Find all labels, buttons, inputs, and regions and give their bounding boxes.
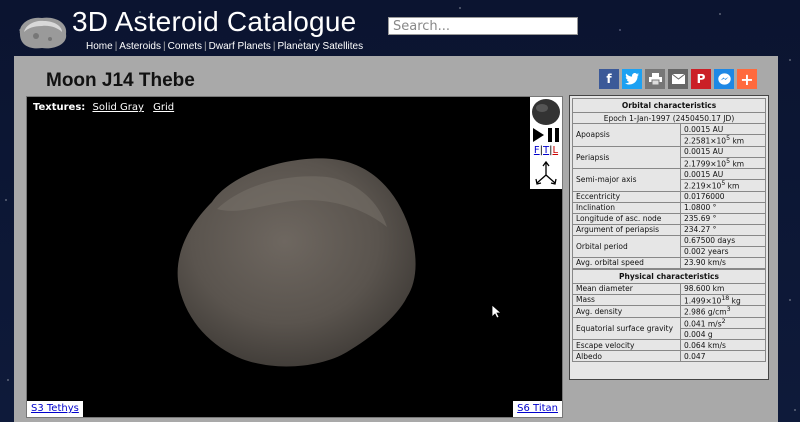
table-row: Apoapsis 0.0015 AU [572, 123, 766, 147]
page-title: Moon J14 Thebe [46, 70, 195, 91]
pinterest-icon[interactable]: P [691, 69, 711, 89]
physical-value: 0.004 g [680, 328, 766, 340]
orbital-value: 235.69 ° [680, 212, 766, 225]
site-title[interactable]: 3D Asteroid Catalogue [72, 6, 356, 38]
table-row: Mass 1.499×1018 kg [572, 293, 766, 306]
table-row: Avg. density 2.986 g/cm3 [572, 305, 766, 318]
textures-label: Textures: [33, 102, 86, 113]
textures-selector: Textures: Solid Gray Grid [33, 102, 180, 113]
orbital-value: 0.002 years [680, 245, 766, 258]
nav-link-asteroids[interactable]: Asteroids [119, 41, 161, 52]
texture-solid-gray-link[interactable]: Solid Gray [92, 102, 143, 113]
orbital-value: 0.0015 AU [680, 168, 766, 180]
nav-link-planetary-satellites[interactable]: Planetary Satellites [278, 41, 364, 52]
orbital-table: Orbital characteristics Epoch 1-Jan-1997… [572, 98, 766, 269]
table-row: Longitude of asc. node 235.69 ° [572, 212, 766, 225]
physical-label: Mass [572, 293, 681, 306]
table-row: Eccentricity 0.0176000 [572, 190, 766, 203]
next-object-link[interactable]: S6 Titan [517, 403, 558, 414]
physical-label: Albedo [572, 350, 681, 362]
asteroid-model[interactable] [27, 97, 562, 417]
nav-link-comets[interactable]: Comets [168, 41, 202, 52]
physical-value: 2.986 g/cm3 [680, 305, 766, 318]
nav-separator: | [162, 41, 166, 52]
nav-separator: | [114, 41, 118, 52]
orbital-rows: Apoapsis 0.0015 AU 2.2581×105 km Periapsis 0… [572, 123, 766, 269]
table-row: Argument of periapsis 234.27 ° [572, 223, 766, 236]
nav-separator: | [204, 41, 207, 52]
physical-label: Mean diameter [572, 282, 681, 295]
messenger-icon[interactable] [714, 69, 734, 89]
table-row: Orbital period 0.67500 days [572, 234, 766, 258]
orbital-label: Eccentricity [572, 190, 681, 203]
orbital-label: Semi-major axis [572, 168, 681, 192]
orbital-value: 0.0015 AU [680, 145, 766, 158]
physical-table: Physical characteristics Mean diameter 98… [572, 268, 766, 362]
table-row: Albedo 0.047 [572, 350, 766, 362]
previous-object-nav: S3 Tethys [27, 401, 83, 417]
physical-value: 0.047 [680, 350, 766, 362]
mouse-cursor-icon [492, 305, 502, 319]
orbital-value: 0.0176000 [680, 190, 766, 203]
texture-grid-link[interactable]: Grid [153, 102, 174, 113]
physical-label: Equatorial surface gravity [572, 316, 681, 340]
previous-object-link[interactable]: S3 Tethys [31, 403, 79, 414]
nav-link-dwarf-planets[interactable]: Dwarf Planets [209, 41, 271, 52]
orbital-value: 23.90 km/s [680, 256, 766, 269]
table-row: Semi-major axis 0.0015 AU [572, 168, 766, 192]
orbital-label: Longitude of asc. node [572, 212, 681, 225]
orbital-value: 234.27 ° [680, 223, 766, 236]
orbital-value: 1.0800 ° [680, 201, 766, 214]
viewer-controls: F|T|L [530, 97, 562, 189]
view-left-button[interactable]: L [553, 145, 559, 156]
facebook-icon[interactable]: f [599, 69, 619, 89]
play-icon[interactable] [533, 128, 544, 142]
orbital-heading: Orbital characteristics [572, 98, 766, 113]
physical-label: Escape velocity [572, 339, 681, 351]
table-row: Periapsis 0.0015 AU [572, 145, 766, 169]
nav-separator: | [272, 41, 276, 52]
physical-heading: Physical characteristics [572, 268, 766, 284]
physical-value: 0.041 m/s2 [680, 316, 766, 329]
orbital-value: 0.67500 days [680, 234, 766, 247]
physical-label: Avg. density [572, 305, 681, 318]
orbital-value: 2.219×105 km [680, 179, 766, 192]
physical-value: 1.499×1018 kg [680, 293, 766, 306]
orbital-value: 0.0015 AU [680, 123, 766, 135]
asteroid-logo[interactable] [14, 12, 70, 52]
pause-icon[interactable] [548, 128, 559, 142]
asteroid-thumbnail-icon[interactable] [532, 99, 560, 125]
physical-rows: Mean diameter 98.600 km Mass 1.499×1018 kg A… [572, 282, 766, 362]
orbital-label: Avg. orbital speed [572, 256, 681, 269]
twitter-icon[interactable] [622, 69, 642, 89]
content-panel: Moon J14 Thebe f P + Textures: Solid Gra… [14, 56, 778, 422]
table-row: Inclination 1.0800 ° [572, 201, 766, 214]
email-icon[interactable] [668, 69, 688, 89]
move-arrows-icon[interactable] [535, 160, 557, 185]
table-row: Equatorial surface gravity 0.041 m/s2 [572, 316, 766, 340]
orbital-label: Orbital period [572, 234, 681, 258]
physical-value: 0.064 km/s [680, 339, 766, 351]
table-row: Escape velocity 0.064 km/s [572, 339, 766, 351]
orbital-label: Apoapsis [572, 123, 681, 147]
epoch-text: Epoch 1-Jan-1997 (2450450.17 JD) [572, 112, 766, 124]
next-object-nav: S6 Titan [513, 401, 562, 417]
orbital-label: Inclination [572, 201, 681, 214]
orbital-value: 2.1799×105 km [680, 156, 766, 169]
main-nav: Home | Asteroids | Comets | Dwarf Planets | Plan… [86, 41, 363, 52]
orbital-label: Periapsis [572, 145, 681, 169]
orbital-value: 2.2581×105 km [680, 134, 766, 147]
search-input[interactable] [388, 17, 578, 35]
characteristics-table: Orbital characteristics Epoch 1-Jan-1997… [569, 95, 769, 380]
orbital-label: Argument of periapsis [572, 223, 681, 236]
table-row: Mean diameter 98.600 km [572, 282, 766, 295]
nav-link-home[interactable]: Home [86, 41, 113, 52]
share-bar: f P + [599, 69, 757, 89]
physical-value: 98.600 km [680, 282, 766, 295]
print-icon[interactable] [645, 69, 665, 89]
table-row: Avg. orbital speed 23.90 km/s [572, 256, 766, 269]
3d-viewer[interactable]: Textures: Solid Gray Grid F|T|L S3 Tethy… [26, 96, 563, 418]
more-icon[interactable]: + [737, 69, 757, 89]
